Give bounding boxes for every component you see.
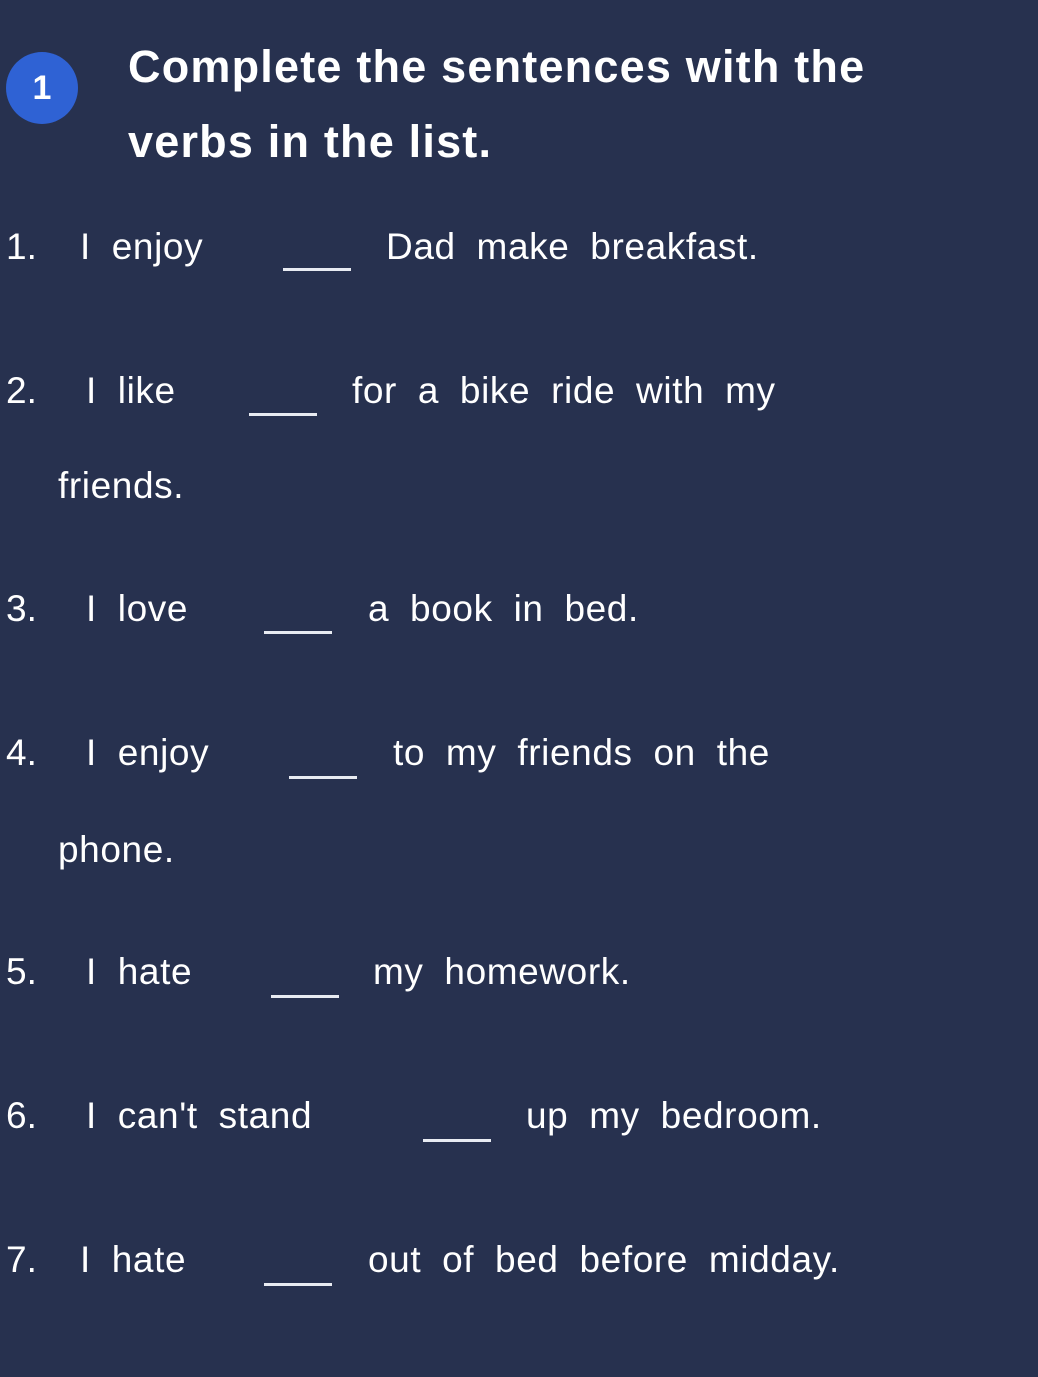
sentence-before-blank: I enjoy: [86, 732, 210, 773]
sentence-after-blank: up my bedroom.: [526, 1095, 822, 1136]
answer-blank[interactable]: [249, 413, 317, 416]
sentence-before-blank: I can't stand: [86, 1095, 313, 1136]
sentence-number: 6.: [6, 1095, 37, 1136]
sentence-after-blank: Dad make breakfast.: [386, 226, 759, 267]
sentence-number: 2.: [6, 370, 37, 411]
answer-blank[interactable]: [264, 631, 332, 634]
sentence-after-blank: out of bed before midday.: [368, 1239, 840, 1280]
sentence-number: 4.: [6, 732, 37, 773]
sentence-number: 7.: [6, 1239, 37, 1280]
sentence-before-blank: I love: [86, 588, 189, 629]
sentence-number: 1.: [6, 226, 37, 267]
exercise-instruction-line1: Complete the sentences with the: [128, 41, 866, 92]
sentence-before-blank: I enjoy: [80, 226, 204, 267]
sentence-after-blank: a book in bed.: [368, 588, 639, 629]
exercise-instruction-line2: verbs in the list.: [128, 116, 493, 167]
sentence-before-blank: I hate: [80, 1239, 187, 1280]
answer-blank[interactable]: [283, 268, 351, 271]
sentence-continuation: friends.: [58, 465, 185, 506]
sentence-after-blank: for a bike ride with my: [352, 370, 776, 411]
answer-blank[interactable]: [271, 995, 339, 998]
sentence-after-blank: to my friends on the: [393, 732, 770, 773]
answer-blank[interactable]: [423, 1139, 491, 1142]
exercise-number: 1: [32, 69, 52, 107]
sentence-continuation: phone.: [58, 829, 175, 870]
sentence-before-blank: I hate: [86, 951, 193, 992]
answer-blank[interactable]: [289, 776, 357, 779]
sentence-before-blank: I like: [86, 370, 176, 411]
exercise-number-badge: 1: [6, 52, 78, 124]
answer-blank[interactable]: [264, 1283, 332, 1286]
sentence-after-blank: my homework.: [373, 951, 631, 992]
sentence-number: 3.: [6, 588, 37, 629]
sentence-number: 5.: [6, 951, 37, 992]
